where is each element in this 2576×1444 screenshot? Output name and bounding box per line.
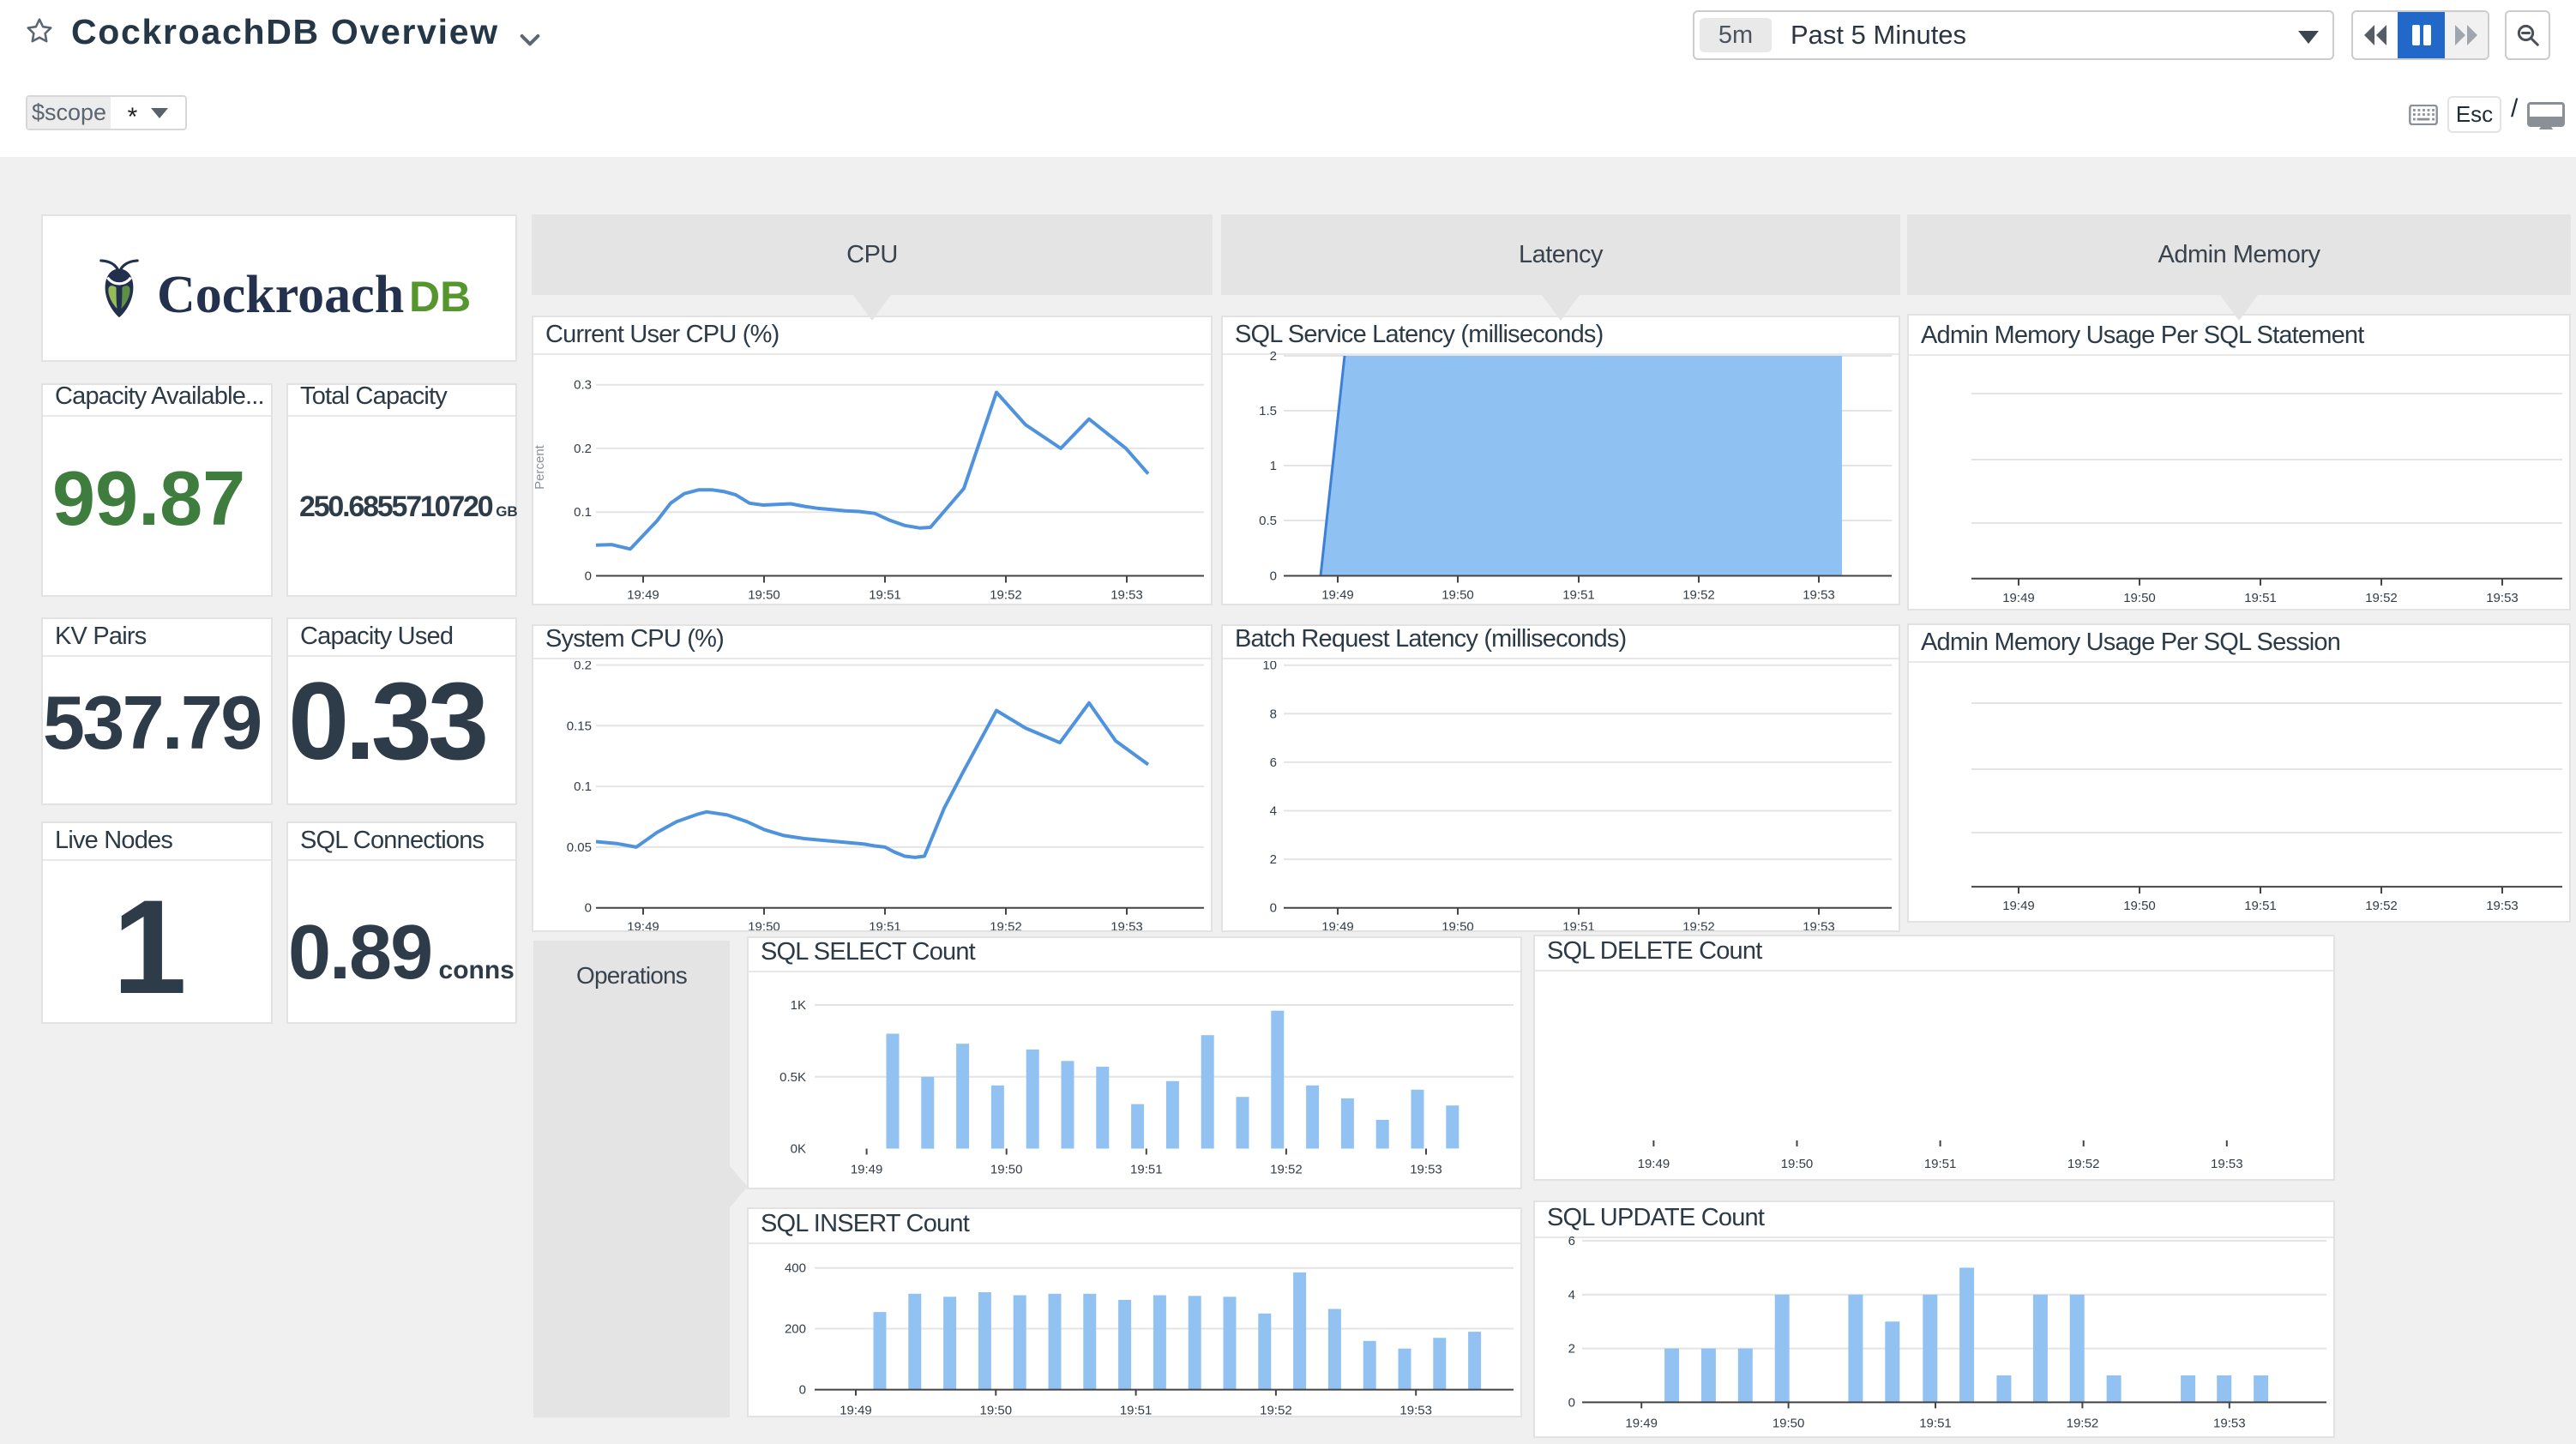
svg-text:0: 0 bbox=[1568, 1395, 1575, 1410]
svg-text:19:51: 19:51 bbox=[869, 920, 901, 930]
svg-text:19:49: 19:49 bbox=[1638, 1157, 1670, 1171]
svg-text:2: 2 bbox=[1270, 852, 1277, 867]
svg-text:1.5: 1.5 bbox=[1259, 404, 1277, 418]
svg-text:19:52: 19:52 bbox=[990, 920, 1022, 930]
svg-text:0.1: 0.1 bbox=[574, 505, 592, 520]
svg-text:19:52: 19:52 bbox=[990, 588, 1022, 603]
svg-text:19:53: 19:53 bbox=[2486, 899, 2519, 913]
svg-text:19:53: 19:53 bbox=[2213, 1416, 2246, 1430]
svg-text:0: 0 bbox=[1270, 901, 1277, 916]
svg-text:0.15: 0.15 bbox=[567, 719, 592, 733]
svg-text:10: 10 bbox=[1262, 661, 1277, 673]
svg-text:19:53: 19:53 bbox=[1399, 1404, 1432, 1416]
svg-text:19:50: 19:50 bbox=[1441, 588, 1474, 603]
svg-text:1: 1 bbox=[1270, 459, 1277, 473]
svg-text:19:49: 19:49 bbox=[1625, 1416, 1658, 1430]
svg-text:2: 2 bbox=[1568, 1342, 1575, 1357]
svg-text:19:53: 19:53 bbox=[1803, 588, 1835, 603]
svg-text:2: 2 bbox=[1270, 349, 1277, 364]
svg-text:19:51: 19:51 bbox=[869, 588, 901, 603]
svg-text:19:52: 19:52 bbox=[2365, 591, 2398, 605]
svg-text:0: 0 bbox=[799, 1383, 806, 1398]
svg-text:19:51: 19:51 bbox=[2244, 591, 2277, 605]
svg-text:0.5K: 0.5K bbox=[779, 1070, 806, 1085]
svg-text:19:51: 19:51 bbox=[1562, 920, 1595, 930]
svg-text:19:50: 19:50 bbox=[980, 1404, 1013, 1416]
svg-text:19:49: 19:49 bbox=[851, 1163, 883, 1177]
svg-text:400: 400 bbox=[785, 1261, 806, 1276]
svg-text:19:51: 19:51 bbox=[1924, 1157, 1957, 1171]
svg-text:19:50: 19:50 bbox=[2123, 899, 2156, 913]
svg-text:19:52: 19:52 bbox=[1682, 588, 1715, 603]
svg-text:19:53: 19:53 bbox=[2211, 1157, 2243, 1171]
svg-text:19:53: 19:53 bbox=[1803, 920, 1835, 930]
svg-text:19:50: 19:50 bbox=[748, 920, 780, 930]
svg-text:19:51: 19:51 bbox=[1562, 588, 1595, 603]
svg-text:Percent: Percent bbox=[535, 444, 547, 490]
svg-text:19:53: 19:53 bbox=[1110, 920, 1143, 930]
svg-text:19:50: 19:50 bbox=[748, 588, 780, 603]
svg-text:4: 4 bbox=[1270, 804, 1277, 819]
svg-text:19:49: 19:49 bbox=[1321, 588, 1354, 603]
svg-text:19:53: 19:53 bbox=[1110, 588, 1143, 603]
svg-text:19:51: 19:51 bbox=[1130, 1163, 1163, 1177]
svg-text:19:49: 19:49 bbox=[627, 588, 659, 603]
svg-text:0: 0 bbox=[1270, 569, 1277, 584]
svg-text:0.5: 0.5 bbox=[1259, 514, 1277, 528]
svg-text:0.3: 0.3 bbox=[574, 378, 592, 393]
svg-text:6: 6 bbox=[1568, 1234, 1575, 1248]
svg-text:19:53: 19:53 bbox=[2486, 591, 2519, 605]
svg-text:19:52: 19:52 bbox=[1270, 1163, 1303, 1177]
svg-text:19:50: 19:50 bbox=[1773, 1416, 1805, 1430]
svg-text:8: 8 bbox=[1270, 707, 1277, 721]
svg-text:19:49: 19:49 bbox=[840, 1404, 872, 1416]
svg-text:1K: 1K bbox=[791, 998, 806, 1013]
svg-text:0: 0 bbox=[585, 901, 592, 916]
svg-text:19:53: 19:53 bbox=[1410, 1163, 1442, 1177]
svg-text:0.2: 0.2 bbox=[574, 661, 592, 673]
svg-text:19:52: 19:52 bbox=[1682, 920, 1715, 930]
svg-text:19:51: 19:51 bbox=[2244, 899, 2277, 913]
svg-text:0K: 0K bbox=[791, 1142, 806, 1157]
svg-text:19:50: 19:50 bbox=[990, 1163, 1023, 1177]
svg-text:200: 200 bbox=[785, 1322, 806, 1337]
svg-text:19:50: 19:50 bbox=[1441, 920, 1474, 930]
svg-text:19:49: 19:49 bbox=[2002, 899, 2035, 913]
svg-text:19:52: 19:52 bbox=[2067, 1416, 2099, 1430]
svg-text:0: 0 bbox=[585, 569, 592, 584]
svg-text:19:52: 19:52 bbox=[2067, 1157, 2100, 1171]
svg-text:19:52: 19:52 bbox=[2365, 899, 2398, 913]
svg-text:0.05: 0.05 bbox=[567, 840, 592, 855]
svg-text:19:50: 19:50 bbox=[1781, 1157, 1814, 1171]
svg-text:19:50: 19:50 bbox=[2123, 591, 2156, 605]
svg-text:19:51: 19:51 bbox=[1120, 1404, 1153, 1416]
svg-text:6: 6 bbox=[1270, 755, 1277, 770]
svg-text:4: 4 bbox=[1568, 1288, 1575, 1303]
svg-text:19:49: 19:49 bbox=[1321, 920, 1354, 930]
svg-text:19:49: 19:49 bbox=[627, 920, 659, 930]
svg-text:0.2: 0.2 bbox=[574, 442, 592, 456]
svg-text:19:51: 19:51 bbox=[1919, 1416, 1952, 1430]
svg-text:19:49: 19:49 bbox=[2002, 591, 2035, 605]
svg-text:0.1: 0.1 bbox=[574, 779, 592, 794]
svg-text:19:52: 19:52 bbox=[1260, 1404, 1292, 1416]
